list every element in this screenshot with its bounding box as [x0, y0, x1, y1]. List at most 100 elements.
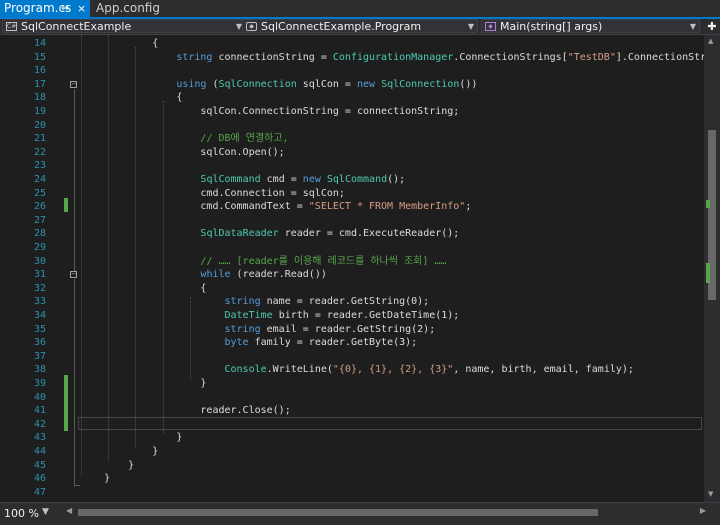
line-number: 23	[33, 160, 46, 172]
code-token: , name, birth, email, family);	[453, 364, 634, 376]
code-line[interactable]: DateTime birth = reader.GetDateTime(1);	[80, 309, 460, 323]
code-token: new	[302, 174, 321, 185]
line-number: 38	[33, 364, 46, 376]
chevron-down-icon: ▼	[689, 22, 696, 31]
code-token: ;	[465, 201, 472, 213]
code-token: }	[80, 459, 135, 471]
code-token: connectionString =	[212, 51, 333, 63]
code-token: sqlCon.ConnectionString = connectionStri…	[80, 106, 460, 117]
line-number: 40	[33, 391, 46, 403]
code-token: reader = cmd.ExecuteReader();	[278, 228, 460, 240]
change-marker	[64, 375, 68, 431]
member-dropdown[interactable]: ◆ Main(string[] args) ▼	[481, 19, 700, 33]
scroll-right-icon[interactable]: ▶	[700, 506, 706, 515]
code-line[interactable]: }	[80, 459, 134, 473]
code-line[interactable]: cmd.Connection = sqlCon;	[80, 187, 345, 201]
code-line[interactable]: {	[80, 282, 206, 296]
code-token: "SELECT * FROM MemberInfo"	[308, 201, 466, 213]
line-number: 37	[33, 350, 46, 362]
code-line[interactable]: sqlCon.ConnectionString = connectionStri…	[80, 105, 459, 119]
line-number: 15	[33, 51, 46, 63]
fold-icon[interactable]: −	[70, 271, 77, 278]
code-token: {	[80, 282, 207, 294]
project-dropdown[interactable]: C# SqlConnectExample ▼	[2, 19, 246, 33]
code-line[interactable]: }	[80, 445, 158, 459]
scrollbar-thumb[interactable]	[78, 509, 598, 516]
code-line[interactable]: {	[80, 37, 158, 51]
code-line[interactable]: while (reader.Read())	[80, 268, 327, 282]
code-token: using	[176, 78, 207, 90]
line-number: 17	[33, 78, 46, 90]
code-line[interactable]: }	[80, 431, 182, 445]
vertical-scrollbar[interactable]: ▲ ▼	[704, 35, 720, 502]
fold-icon[interactable]: −	[70, 81, 77, 88]
code-token: {	[80, 92, 183, 104]
change-marker	[706, 263, 710, 283]
code-token: cmd.CommandText =	[80, 201, 309, 213]
code-token: cmd.Connection = sqlCon;	[80, 187, 345, 199]
horizontal-scrollbar[interactable]: ◀ ▶	[66, 506, 706, 518]
code-token: name = reader.GetString(0);	[260, 296, 430, 308]
code-token: // DB에 연결하고,	[200, 133, 289, 145]
line-number: 35	[33, 323, 46, 335]
code-token: SqlConnection	[218, 78, 297, 90]
line-number: 27	[33, 214, 46, 226]
class-dropdown[interactable]: ◆ SqlConnectExample.Program ▼	[242, 19, 478, 33]
code-line[interactable]: using (SqlConnection sqlCon = new SqlCon…	[80, 78, 477, 92]
code-token: }	[80, 446, 159, 457]
code-token: }	[80, 473, 111, 485]
code-editor[interactable]: 14 15 16 17 18 19 20 21 22 23 24 25 26 27 28 29 30 31 32 33…	[0, 35, 720, 502]
code-token: ())	[459, 78, 478, 90]
code-token: "TestDB"	[567, 51, 616, 63]
code-token: email = reader.GetString(2);	[260, 323, 436, 335]
current-line-highlight	[78, 417, 702, 430]
line-number: 39	[33, 378, 46, 389]
code-line[interactable]: // …… [reader를 이용해 레코드를 하나씩 조회] ……	[80, 255, 446, 269]
tab-program-cs[interactable]: Program.cs ⇔ ×	[0, 0, 90, 17]
code-line[interactable]: cmd.CommandText = "SELECT * FROM MemberI…	[80, 200, 471, 214]
code-line[interactable]: {	[80, 91, 182, 105]
code-token: sqlCon.Open();	[80, 146, 285, 158]
scroll-left-icon[interactable]: ◀	[66, 506, 72, 515]
code-line[interactable]: SqlDataReader reader = cmd.ExecuteReader…	[80, 227, 459, 241]
split-icon[interactable]: ✚	[704, 19, 720, 34]
change-marker	[64, 198, 68, 212]
code-line[interactable]: }	[80, 377, 206, 391]
close-icon[interactable]: ×	[77, 0, 86, 17]
line-number: 24	[33, 174, 46, 185]
code-token: .ConnectionStrings[	[453, 51, 568, 63]
pin-icon[interactable]: ⇔	[61, 0, 69, 17]
code-line[interactable]: Console.WriteLine("{0}, {1}, {2}, {3}", …	[80, 363, 634, 377]
line-number: 43	[33, 432, 46, 444]
code-token: SqlCommand	[200, 174, 261, 185]
method-icon: ◆	[485, 22, 496, 31]
scroll-down-icon[interactable]: ▼	[708, 490, 713, 498]
line-number: 36	[33, 337, 46, 349]
code-line[interactable]: string email = reader.GetString(2);	[80, 323, 436, 337]
code-line[interactable]: // DB에 연결하고,	[80, 132, 289, 146]
code-token: SqlConnection	[381, 78, 460, 90]
zoom-level[interactable]: 100 %	[4, 507, 39, 520]
scroll-up-icon[interactable]: ▲	[708, 37, 713, 45]
line-number: 25	[33, 187, 46, 199]
line-number: 34	[33, 310, 46, 321]
tab-app-config[interactable]: App.config	[92, 0, 162, 17]
code-line[interactable]: reader.Close();	[80, 404, 290, 418]
line-number: 18	[33, 92, 46, 104]
code-line[interactable]: string connectionString = ConfigurationM…	[80, 51, 720, 65]
member-label: Main(string[] args)	[500, 20, 603, 33]
code-token: .WriteLine(	[266, 364, 333, 376]
code-line[interactable]: SqlCommand cmd = new SqlCommand();	[80, 173, 405, 187]
code-line[interactable]: sqlCon.Open();	[80, 146, 285, 160]
code-line[interactable]: string name = reader.GetString(0);	[80, 295, 430, 309]
line-number: 14	[33, 38, 46, 49]
change-marker	[706, 200, 710, 208]
chevron-down-icon[interactable]: ▼	[42, 507, 49, 517]
code-line[interactable]: byte family = reader.GetByte(3);	[80, 336, 418, 350]
code-line[interactable]: }	[80, 472, 110, 486]
code-token: (reader.Read())	[230, 269, 327, 281]
